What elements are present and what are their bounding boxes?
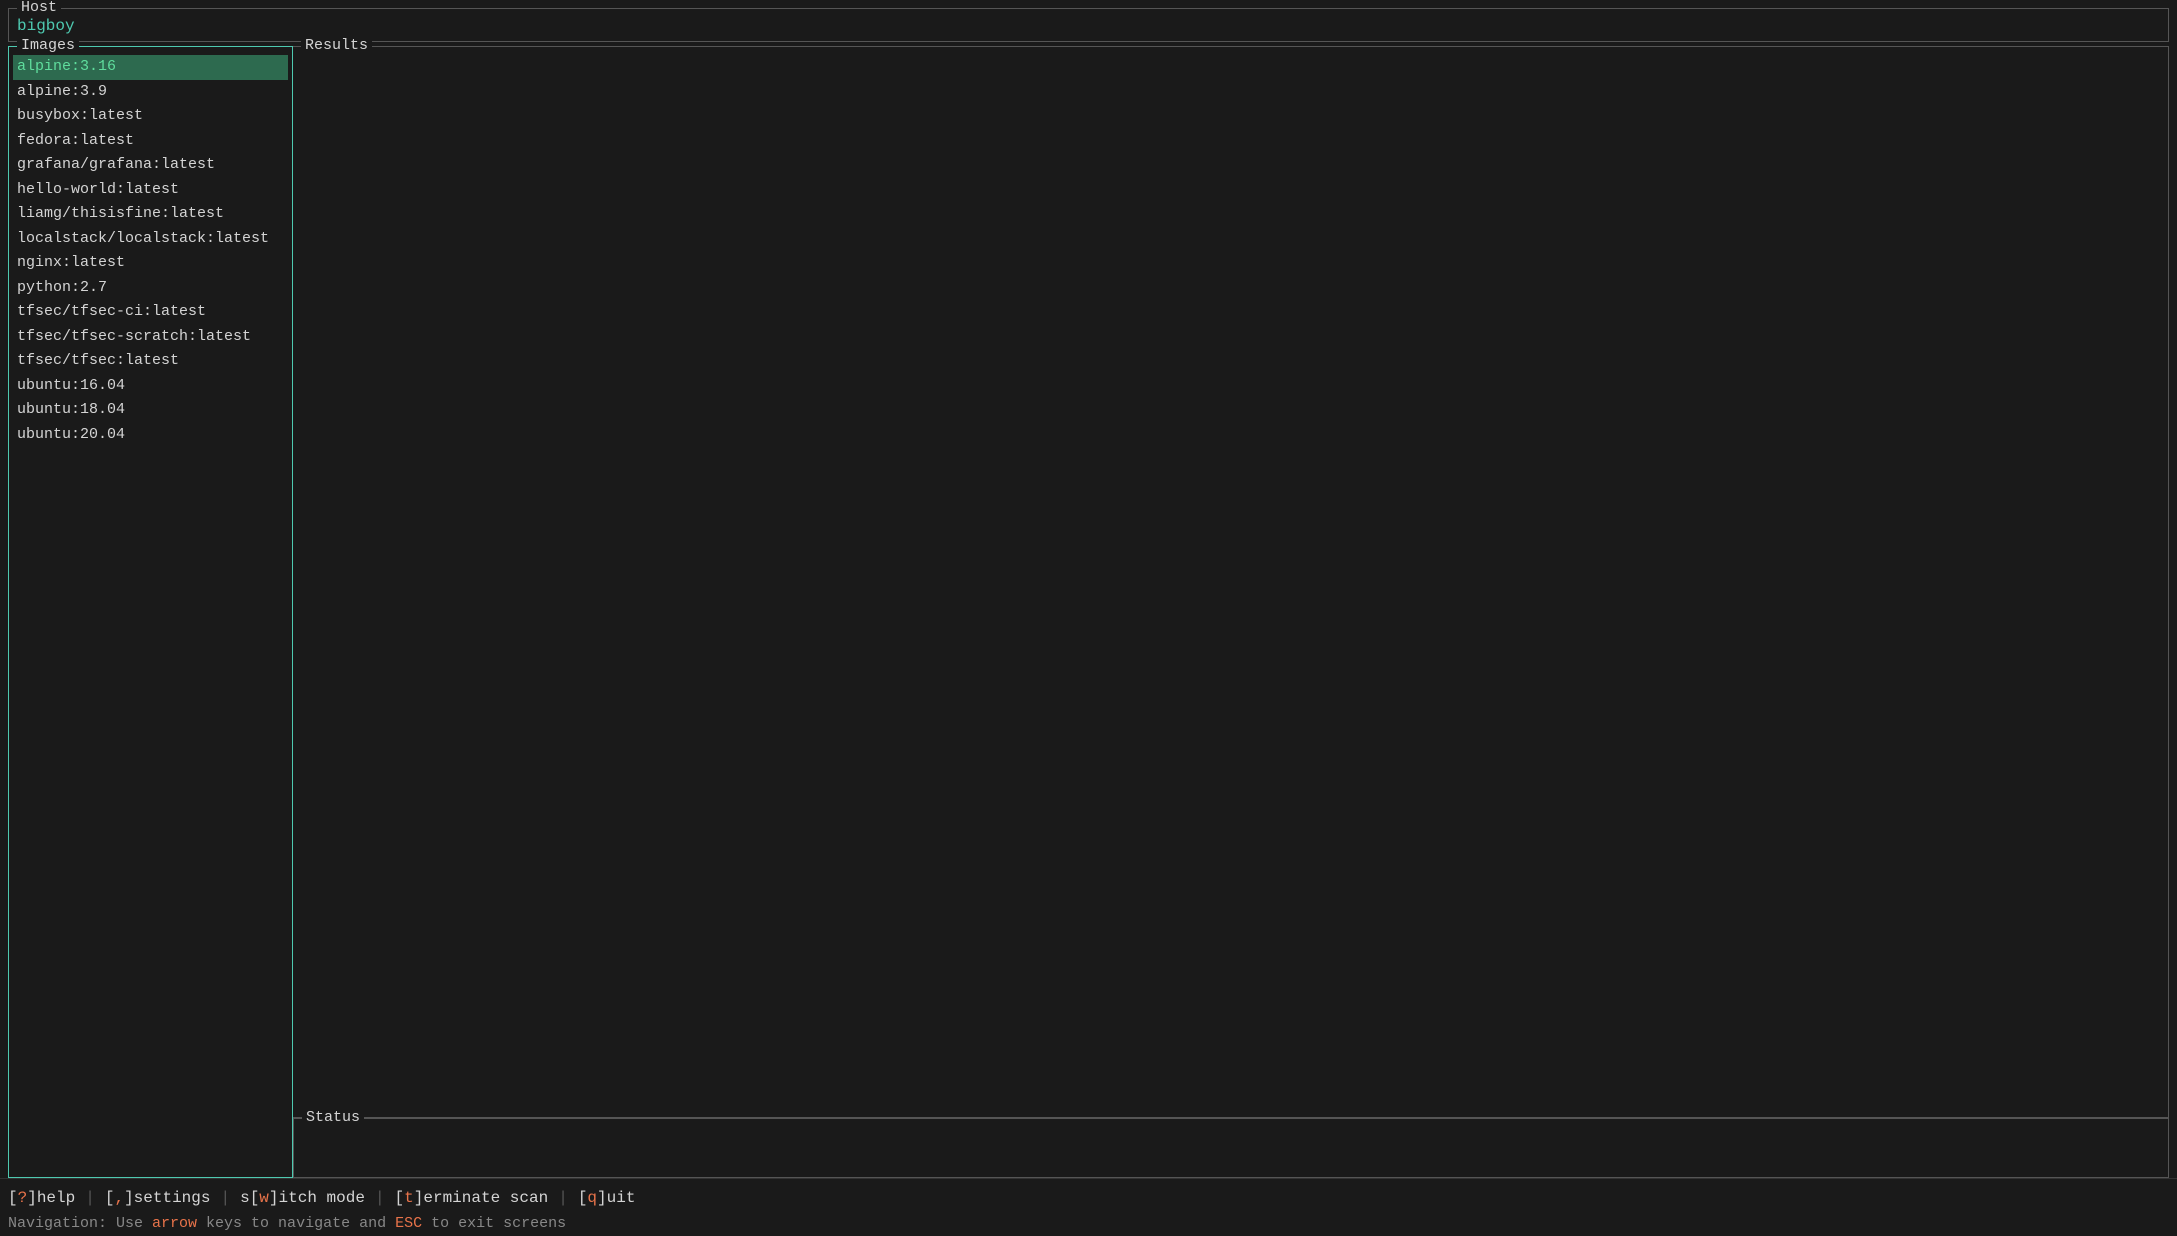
nav-suffix: exit screens [449, 1215, 566, 1232]
shortcut-separator: | [558, 1189, 568, 1207]
shortcut-separator: | [85, 1189, 95, 1207]
shortcut-bracket: ] [27, 1189, 37, 1207]
shortcut-bracket: ] [124, 1189, 134, 1207]
image-item[interactable]: fedora:latest [13, 129, 288, 154]
shortcut-help[interactable]: [?] help [8, 1189, 75, 1207]
images-list[interactable]: alpine:3.16alpine:3.9busybox:latestfedor… [9, 47, 292, 1177]
results-content [293, 47, 2168, 1117]
nav-space [386, 1215, 395, 1232]
footer-bar: [?] help | [,] settings | s[w]itch mode … [0, 1178, 2177, 1236]
shortcut-text: settings [134, 1189, 211, 1207]
image-item[interactable]: ubuntu:20.04 [13, 423, 288, 448]
host-label: Host [17, 0, 61, 16]
shortcut-key: , [114, 1189, 124, 1207]
shortcut-text: itch mode [279, 1189, 365, 1207]
shortcut-switch[interactable]: s[w]itch mode [240, 1189, 365, 1207]
shortcut-bracket: [ [578, 1189, 588, 1207]
navigation-hint: Navigation: Use arrow keys to navigate a… [8, 1215, 2169, 1232]
image-item[interactable]: tfsec/tfsec-scratch:latest [13, 325, 288, 350]
image-item[interactable]: ubuntu:18.04 [13, 398, 288, 423]
image-item[interactable]: ubuntu:16.04 [13, 374, 288, 399]
image-item[interactable]: tfsec/tfsec-ci:latest [13, 300, 288, 325]
nav-prefix: Navigation: Use [8, 1215, 152, 1232]
nav-arrow: arrow [152, 1215, 197, 1232]
right-column: Results Status [293, 46, 2169, 1178]
image-item[interactable]: busybox:latest [13, 104, 288, 129]
nav-to: to [431, 1215, 449, 1232]
nav-and: and [359, 1215, 386, 1232]
image-item[interactable]: nginx:latest [13, 251, 288, 276]
image-item[interactable]: alpine:3.16 [13, 55, 288, 80]
results-label: Results [301, 37, 372, 54]
image-item[interactable]: alpine:3.9 [13, 80, 288, 105]
image-item[interactable]: grafana/grafana:latest [13, 153, 288, 178]
shortcut-bracket: ] [414, 1189, 424, 1207]
shortcut-bracket: ] [597, 1189, 607, 1207]
shortcut-separator: | [375, 1189, 385, 1207]
shortcut-key: t [404, 1189, 414, 1207]
shortcut-key: w [259, 1189, 269, 1207]
main-panels: Images alpine:3.16alpine:3.9busybox:late… [8, 46, 2169, 1178]
status-panel: Status [293, 1118, 2169, 1178]
image-item[interactable]: liamg/thisisfine:latest [13, 202, 288, 227]
host-value: bigboy [17, 17, 2160, 35]
results-panel: Results [293, 46, 2169, 1118]
nav-esc: ESC [395, 1215, 422, 1232]
status-label: Status [302, 1109, 364, 1126]
shortcut-bracket: [ [395, 1189, 405, 1207]
shortcut-text: uit [607, 1189, 636, 1207]
image-item[interactable]: hello-world:latest [13, 178, 288, 203]
footer-shortcuts: [?] help | [,] settings | s[w]itch mode … [8, 1189, 2169, 1207]
shortcut-bracket: [ [8, 1189, 18, 1207]
shortcut-quit[interactable]: [q]uit [578, 1189, 636, 1207]
images-label: Images [17, 37, 79, 54]
shortcut-key: q [587, 1189, 597, 1207]
shortcut-key: ? [18, 1189, 28, 1207]
shortcut-terminate[interactable]: [t]erminate scan [395, 1189, 549, 1207]
shortcut-text: erminate scan [423, 1189, 548, 1207]
image-item[interactable]: localstack/localstack:latest [13, 227, 288, 252]
image-item[interactable]: tfsec/tfsec:latest [13, 349, 288, 374]
nav-space2 [422, 1215, 431, 1232]
shortcut-settings[interactable]: [,] settings [105, 1189, 211, 1207]
nav-middle: keys to navigate [197, 1215, 359, 1232]
images-panel: Images alpine:3.16alpine:3.9busybox:late… [8, 46, 293, 1178]
shortcut-bracket: [ [105, 1189, 115, 1207]
shortcut-separator: | [220, 1189, 230, 1207]
image-item[interactable]: python:2.7 [13, 276, 288, 301]
status-content [294, 1119, 2168, 1135]
shortcut-text: help [37, 1189, 75, 1207]
shortcut-bracket: ] [269, 1189, 279, 1207]
shortcut-bracket: s[ [240, 1189, 259, 1207]
